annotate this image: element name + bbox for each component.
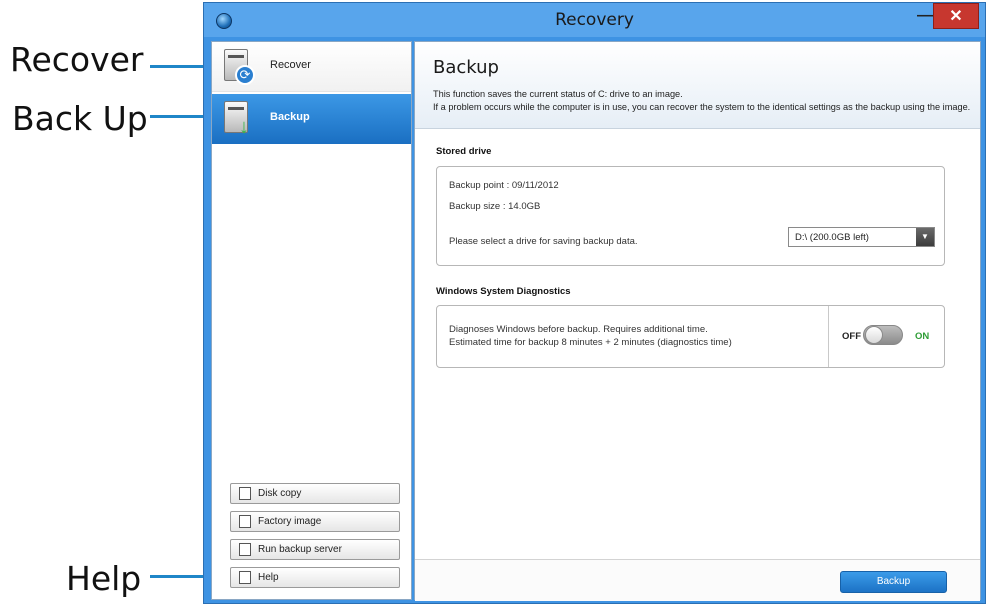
diagnostics-heading: Windows System Diagnostics — [436, 286, 571, 297]
drive-select-dropdown[interactable]: D:\ (200.0GB left) ▼ — [788, 227, 935, 247]
backup-button[interactable]: Backup — [840, 571, 947, 593]
chevron-down-icon[interactable]: ▼ — [916, 228, 934, 246]
page-title: Backup — [433, 57, 499, 78]
help-button[interactable]: Help — [230, 567, 400, 588]
drive-select-value: D:\ (200.0GB left) — [795, 232, 869, 243]
diagnostics-description: Diagnoses Windows before backup. Require… — [449, 323, 732, 349]
backup-size-text: Backup size : 14.0GB — [449, 201, 541, 212]
sidebar-item-label: Recover — [270, 59, 311, 71]
disk-copy-button[interactable]: Disk copy — [230, 483, 400, 504]
disk-copy-icon — [239, 487, 251, 500]
screenshot-root: Recover Back Up Help Recovery — ✕ ⟳ Reco… — [0, 0, 990, 606]
window-title: Recovery — [555, 10, 634, 30]
factory-image-button[interactable]: Factory image — [230, 511, 400, 532]
footer-bar: Backup — [415, 559, 980, 601]
callout-backup-label: Back Up — [12, 99, 148, 138]
main-panel: Backup This function saves the current s… — [414, 41, 981, 601]
toggle-knob[interactable] — [865, 326, 883, 344]
title-bar[interactable]: Recovery — ✕ — [204, 3, 985, 37]
stored-drive-heading: Stored drive — [436, 146, 492, 157]
help-icon — [239, 571, 251, 584]
recovery-window: Recovery — ✕ ⟳ Recover ↓ Backup Disk cop… — [203, 2, 986, 604]
backup-point-text: Backup point : 09/11/2012 — [449, 180, 559, 191]
toggle-off-label: OFF — [842, 331, 861, 342]
diagnostics-line-1: Diagnoses Windows before backup. Require… — [449, 324, 708, 335]
callout-help-label: Help — [66, 559, 142, 598]
diagnostics-toggle[interactable] — [863, 325, 903, 345]
page-header: Backup This function saves the current s… — [415, 42, 980, 129]
backup-disk-icon: ↓ — [222, 101, 256, 139]
divider — [828, 306, 829, 367]
description-line-1: This function saves the current status o… — [433, 89, 683, 99]
sidebar-item-label: Backup — [270, 111, 310, 123]
recover-disk-icon: ⟳ — [222, 49, 256, 87]
disk-copy-label: Disk copy — [258, 488, 302, 499]
sidebar-item-recover[interactable]: ⟳ Recover — [212, 42, 411, 92]
factory-image-label: Factory image — [258, 516, 322, 527]
help-label: Help — [258, 572, 279, 583]
close-button[interactable]: ✕ — [933, 3, 979, 29]
backup-server-icon — [239, 543, 251, 556]
toggle-on-label: ON — [915, 331, 930, 342]
drive-select-prompt: Please select a drive for saving backup … — [449, 236, 638, 247]
sidebar-item-backup[interactable]: ↓ Backup — [212, 94, 411, 144]
page-description: This function saves the current status o… — [433, 88, 973, 113]
diagnostics-box: Diagnoses Windows before backup. Require… — [436, 305, 945, 368]
callout-recover-label: Recover — [10, 40, 144, 79]
stored-drive-box: Backup point : 09/11/2012 Backup size : … — [436, 166, 945, 266]
sidebar: ⟳ Recover ↓ Backup Disk copy Factory ima… — [211, 41, 412, 600]
factory-image-icon — [239, 515, 251, 528]
diagnostics-line-2: Estimated time for backup 8 minutes + 2 … — [449, 337, 732, 348]
description-line-2: If a problem occurs while the computer i… — [433, 101, 971, 112]
run-backup-server-label: Run backup server — [258, 544, 342, 555]
run-backup-server-button[interactable]: Run backup server — [230, 539, 400, 560]
